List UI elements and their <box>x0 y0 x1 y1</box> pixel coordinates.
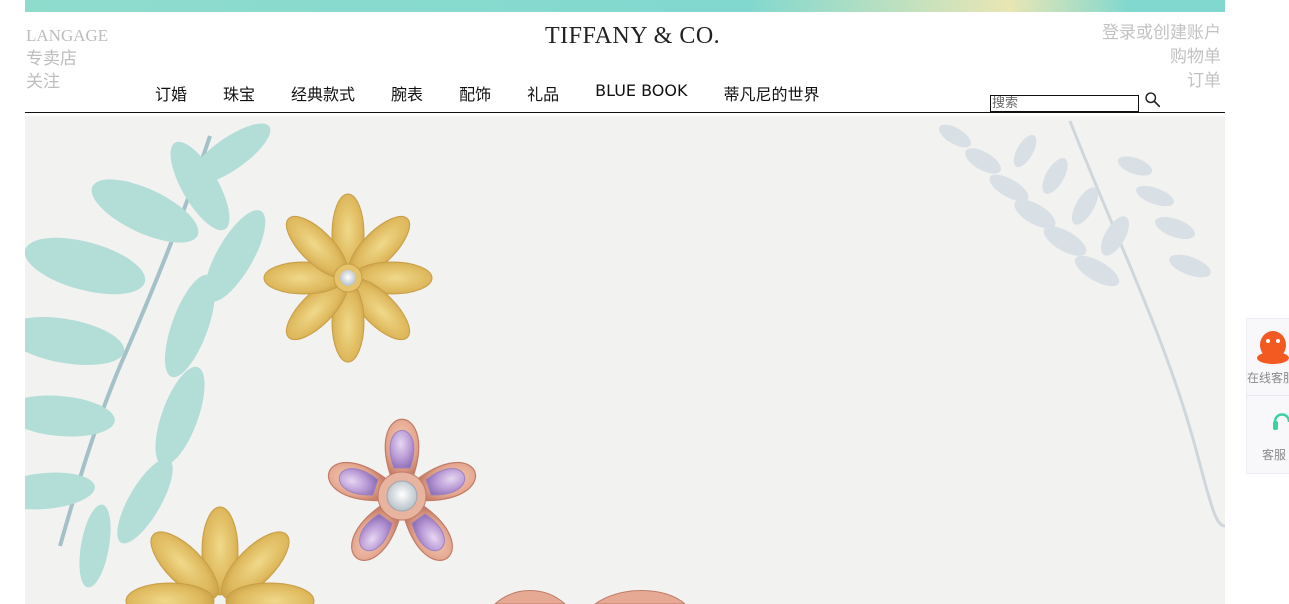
stores-link[interactable]: 专卖店 <box>26 47 108 70</box>
orders-link[interactable]: 订单 <box>1102 69 1221 93</box>
page: LANGAGE 专卖店 关注 TIFFANY & CO. 登录或创建账户 购物单… <box>0 0 1289 604</box>
top-color-bar <box>25 0 1225 12</box>
nav-item-watches[interactable]: 腕表 <box>391 81 423 105</box>
nav-item-classics[interactable]: 经典款式 <box>291 81 355 105</box>
nav-item-world-of-tiffany[interactable]: 蒂凡尼的世界 <box>723 81 819 105</box>
online-service-button[interactable]: 在线客服 <box>1247 319 1289 396</box>
right-header-links: 登录或创建账户 购物单 订单 <box>1102 21 1221 93</box>
nav-item-gifts[interactable]: 礼品 <box>527 81 559 105</box>
search-input[interactable] <box>990 95 1139 112</box>
service-label: 客服 <box>1262 448 1287 462</box>
search-icon[interactable] <box>1144 91 1162 109</box>
header-divider <box>25 112 1225 113</box>
gold-flower-top <box>263 193 433 363</box>
nav-item-blue-book[interactable]: BLUE BOOK <box>595 81 687 105</box>
headset-icon <box>1273 413 1289 430</box>
login-or-register-link[interactable]: 登录或创建账户 <box>1102 21 1221 45</box>
follow-link[interactable]: 关注 <box>26 70 108 93</box>
online-service-label: 在线客服 <box>1247 371 1289 385</box>
hero-banner[interactable] <box>25 116 1225 604</box>
language-link[interactable]: LANGAGE <box>26 24 108 47</box>
main-navigation: 订婚 珠宝 经典款式 腕表 配饰 礼品 BLUE BOOK 蒂凡尼的世界 <box>155 81 855 105</box>
search-area <box>990 92 1161 112</box>
wishlist-link[interactable]: 购物单 <box>1102 45 1221 69</box>
qq-penguin-icon <box>1257 331 1289 364</box>
brand-logo[interactable]: TIFFANY & CO. <box>545 23 720 50</box>
left-header-links: LANGAGE 专卖店 关注 <box>26 24 108 93</box>
nav-item-jewelry[interactable]: 珠宝 <box>223 81 255 105</box>
service-button[interactable]: 客服 <box>1247 396 1289 472</box>
hero-image <box>25 116 1225 604</box>
nav-item-accessories[interactable]: 配饰 <box>459 81 491 105</box>
logo-text: TIFFANY & CO. <box>545 23 721 49</box>
nav-item-engagement[interactable]: 订婚 <box>155 81 187 105</box>
customer-service-panel: 在线客服 客服 <box>1246 318 1289 474</box>
